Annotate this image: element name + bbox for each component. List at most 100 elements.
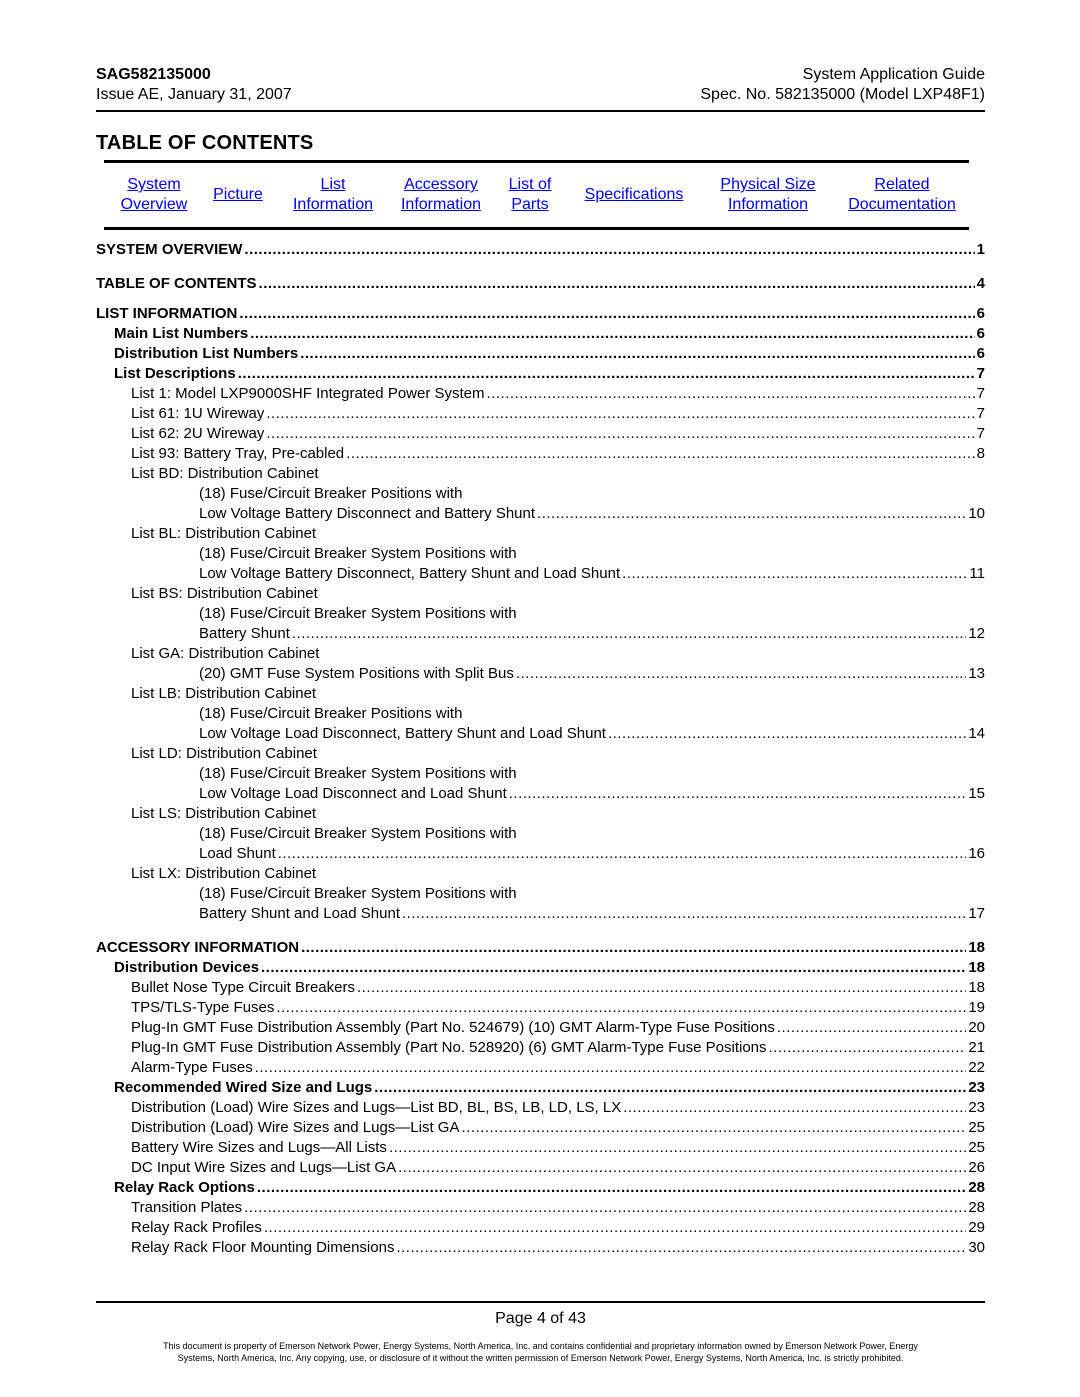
toc-entry[interactable]: Relay Rack Profiles 29 bbox=[96, 1218, 985, 1238]
toc-entry[interactable]: Main List Numbers 6 bbox=[96, 324, 985, 344]
toc-entry[interactable]: List 61: 1U Wireway 7 bbox=[96, 404, 985, 424]
toc-entry-page: 22 bbox=[968, 1059, 985, 1076]
dot-leader bbox=[769, 1038, 967, 1058]
nav-link-picture[interactable]: Picture bbox=[203, 185, 273, 205]
toc-entry[interactable]: Battery Shunt and Load Shunt 17 bbox=[96, 904, 985, 924]
nav-link-accessory-information[interactable]: Accessory Information bbox=[394, 175, 488, 215]
toc-entry[interactable]: List BL: Distribution Cabinet bbox=[96, 524, 316, 544]
toc-entry[interactable]: Low Voltage Load Disconnect, Battery Shu… bbox=[96, 724, 985, 744]
dot-leader bbox=[402, 904, 966, 924]
toc-entry[interactable]: List LX: Distribution Cabinet bbox=[96, 864, 316, 884]
toc-entry[interactable]: List LB: Distribution Cabinet bbox=[96, 684, 316, 704]
nav-link-physical-size-information[interactable]: Physical Size Information bbox=[712, 175, 824, 215]
dot-leader bbox=[516, 664, 966, 684]
toc-entry[interactable]: List LS: Distribution Cabinet bbox=[96, 804, 316, 824]
toc-entry[interactable]: Low Voltage Load Disconnect and Load Shu… bbox=[96, 784, 985, 804]
toc-entry[interactable]: TABLE OF CONTENTS 4 bbox=[96, 274, 985, 294]
toc-entry-page: 7 bbox=[976, 425, 985, 442]
toc-entry[interactable]: (18) Fuse/Circuit Breaker Positions with bbox=[96, 484, 462, 504]
toc-entry[interactable]: List BD: Distribution Cabinet bbox=[96, 464, 319, 484]
toc-entry-title: Relay Rack Profiles bbox=[131, 1219, 262, 1236]
toc-entry[interactable]: (18) Fuse/Circuit Breaker System Positio… bbox=[96, 544, 517, 564]
toc-entry[interactable]: (18) Fuse/Circuit Breaker System Positio… bbox=[96, 604, 517, 624]
toc-entry[interactable]: Relay Rack Floor Mounting Dimensions 30 bbox=[96, 1238, 985, 1258]
toc-entry-title: (18) Fuse/Circuit Breaker System Positio… bbox=[199, 605, 517, 622]
toc-entry-title: List LB: Distribution Cabinet bbox=[131, 685, 317, 702]
toc-entry[interactable]: Distribution (Load) Wire Sizes and Lugs—… bbox=[96, 1098, 985, 1118]
toc-entry[interactable]: List BS: Distribution Cabinet bbox=[96, 584, 318, 604]
toc-entry-title: DC Input Wire Sizes and Lugs—List GA bbox=[131, 1159, 397, 1176]
dot-leader bbox=[398, 1158, 966, 1178]
toc-entry[interactable]: List 62: 2U Wireway 7 bbox=[96, 424, 985, 444]
toc-entry-page: 15 bbox=[968, 785, 985, 802]
toc-entry[interactable]: List 1: Model LXP9000SHF Integrated Powe… bbox=[96, 384, 985, 404]
toc-entry-title: Low Voltage Load Disconnect and Load Shu… bbox=[199, 785, 507, 802]
toc-entry-page: 7 bbox=[976, 405, 985, 422]
toc-entry[interactable]: List LD: Distribution Cabinet bbox=[96, 744, 317, 764]
toc-entry[interactable]: TPS/TLS-Type Fuses 19 bbox=[96, 998, 985, 1018]
toc-entry-title: List 1: Model LXP9000SHF Integrated Powe… bbox=[131, 385, 485, 402]
toc-entry[interactable]: (20) GMT Fuse System Positions with Spli… bbox=[96, 664, 985, 684]
dot-leader bbox=[487, 384, 975, 404]
toc-entry-title: List 62: 2U Wireway bbox=[131, 425, 265, 442]
toc-entry-title: Plug-In GMT Fuse Distribution Assembly (… bbox=[131, 1039, 767, 1056]
toc-entry[interactable]: (18) Fuse/Circuit Breaker Positions with bbox=[96, 704, 462, 724]
toc-entry[interactable]: Load Shunt 16 bbox=[96, 844, 985, 864]
toc-entry[interactable]: Alarm-Type Fuses 22 bbox=[96, 1058, 985, 1078]
toc-entry[interactable]: (18) Fuse/Circuit Breaker System Positio… bbox=[96, 764, 517, 784]
toc-entry-title: (20) GMT Fuse System Positions with Spli… bbox=[199, 665, 514, 682]
dot-leader bbox=[266, 424, 974, 444]
toc-entry[interactable]: Low Voltage Battery Disconnect, Battery … bbox=[96, 564, 985, 584]
page-number: Page 4 of 43 bbox=[495, 1310, 586, 1327]
dot-leader bbox=[244, 240, 974, 260]
nav-link-related-documentation[interactable]: Related Documentation bbox=[840, 175, 964, 215]
toc-entry[interactable]: Distribution Devices 18 bbox=[96, 958, 985, 978]
dot-leader bbox=[239, 304, 974, 324]
toc-entry-title: Distribution List Numbers bbox=[114, 345, 299, 362]
nav-link-list-information[interactable]: List Information bbox=[286, 175, 380, 215]
legal-notice-line: This document is property of Emerson Net… bbox=[163, 1341, 918, 1351]
toc-entry[interactable]: List GA: Distribution Cabinet bbox=[96, 644, 319, 664]
nav-link-list-of-parts[interactable]: List of Parts bbox=[502, 175, 558, 215]
toc-entry[interactable]: List Descriptions 7 bbox=[96, 364, 985, 384]
toc-entry-page: 30 bbox=[968, 1239, 985, 1256]
toc-entry[interactable]: List 93: Battery Tray, Pre-cabled 8 bbox=[96, 444, 985, 464]
toc-entry-page: 14 bbox=[968, 725, 985, 742]
toc-entry-title: Distribution (Load) Wire Sizes and Lugs—… bbox=[131, 1099, 622, 1116]
toc-entry[interactable]: Low Voltage Battery Disconnect and Batte… bbox=[96, 504, 985, 524]
toc-entry[interactable]: Plug-In GMT Fuse Distribution Assembly (… bbox=[96, 1018, 985, 1038]
toc-entry-page: 21 bbox=[968, 1039, 985, 1056]
toc-entry[interactable]: Relay Rack Options 28 bbox=[96, 1178, 985, 1198]
toc-entry-title: Distribution Devices bbox=[114, 959, 260, 976]
toc-entry-title: (18) Fuse/Circuit Breaker System Positio… bbox=[199, 825, 517, 842]
toc-entry-page: 7 bbox=[976, 365, 985, 382]
dot-leader bbox=[622, 564, 967, 584]
toc-entry-title: SYSTEM OVERVIEW bbox=[96, 241, 243, 258]
nav-link-system-overview[interactable]: System Overview bbox=[112, 175, 196, 215]
toc-entry[interactable]: SYSTEM OVERVIEW 1 bbox=[96, 240, 985, 260]
toc-entry[interactable]: DC Input Wire Sizes and Lugs—List GA 26 bbox=[96, 1158, 985, 1178]
dot-leader bbox=[264, 1218, 966, 1238]
toc-entry[interactable]: Battery Wire Sizes and Lugs—All Lists 25 bbox=[96, 1138, 985, 1158]
dot-leader bbox=[461, 1118, 966, 1138]
toc-entry[interactable]: Battery Shunt 12 bbox=[96, 624, 985, 644]
toc-entry[interactable]: Bullet Nose Type Circuit Breakers 18 bbox=[96, 978, 985, 998]
header-divider bbox=[96, 110, 985, 112]
toc-entry[interactable]: Distribution (Load) Wire Sizes and Lugs—… bbox=[96, 1118, 985, 1138]
toc-entry[interactable]: Distribution List Numbers 6 bbox=[96, 344, 985, 364]
toc-entry-title: List BL: Distribution Cabinet bbox=[131, 525, 317, 542]
toc-entry[interactable]: LIST INFORMATION 6 bbox=[96, 304, 985, 324]
nav-link-specifications[interactable]: Specifications bbox=[576, 185, 692, 205]
toc-entry[interactable]: ACCESSORY INFORMATION 18 bbox=[96, 938, 985, 958]
toc-entry[interactable]: Transition Plates 28 bbox=[96, 1198, 985, 1218]
toc-entry-title: Battery Wire Sizes and Lugs—All Lists bbox=[131, 1139, 387, 1156]
dot-leader bbox=[396, 1238, 966, 1258]
toc-entry[interactable]: (18) Fuse/Circuit Breaker System Positio… bbox=[96, 884, 517, 904]
toc-entry[interactable]: Plug-In GMT Fuse Distribution Assembly (… bbox=[96, 1038, 985, 1058]
toc-entry[interactable]: (18) Fuse/Circuit Breaker System Positio… bbox=[96, 824, 517, 844]
toc-entry-title: Plug-In GMT Fuse Distribution Assembly (… bbox=[131, 1019, 775, 1036]
dot-leader bbox=[509, 784, 967, 804]
toc-entry[interactable]: Recommended Wired Size and Lugs 23 bbox=[96, 1078, 985, 1098]
legal-notice-line: Systems, North America, Inc. Any copying… bbox=[177, 1353, 904, 1363]
dot-leader bbox=[250, 324, 974, 344]
